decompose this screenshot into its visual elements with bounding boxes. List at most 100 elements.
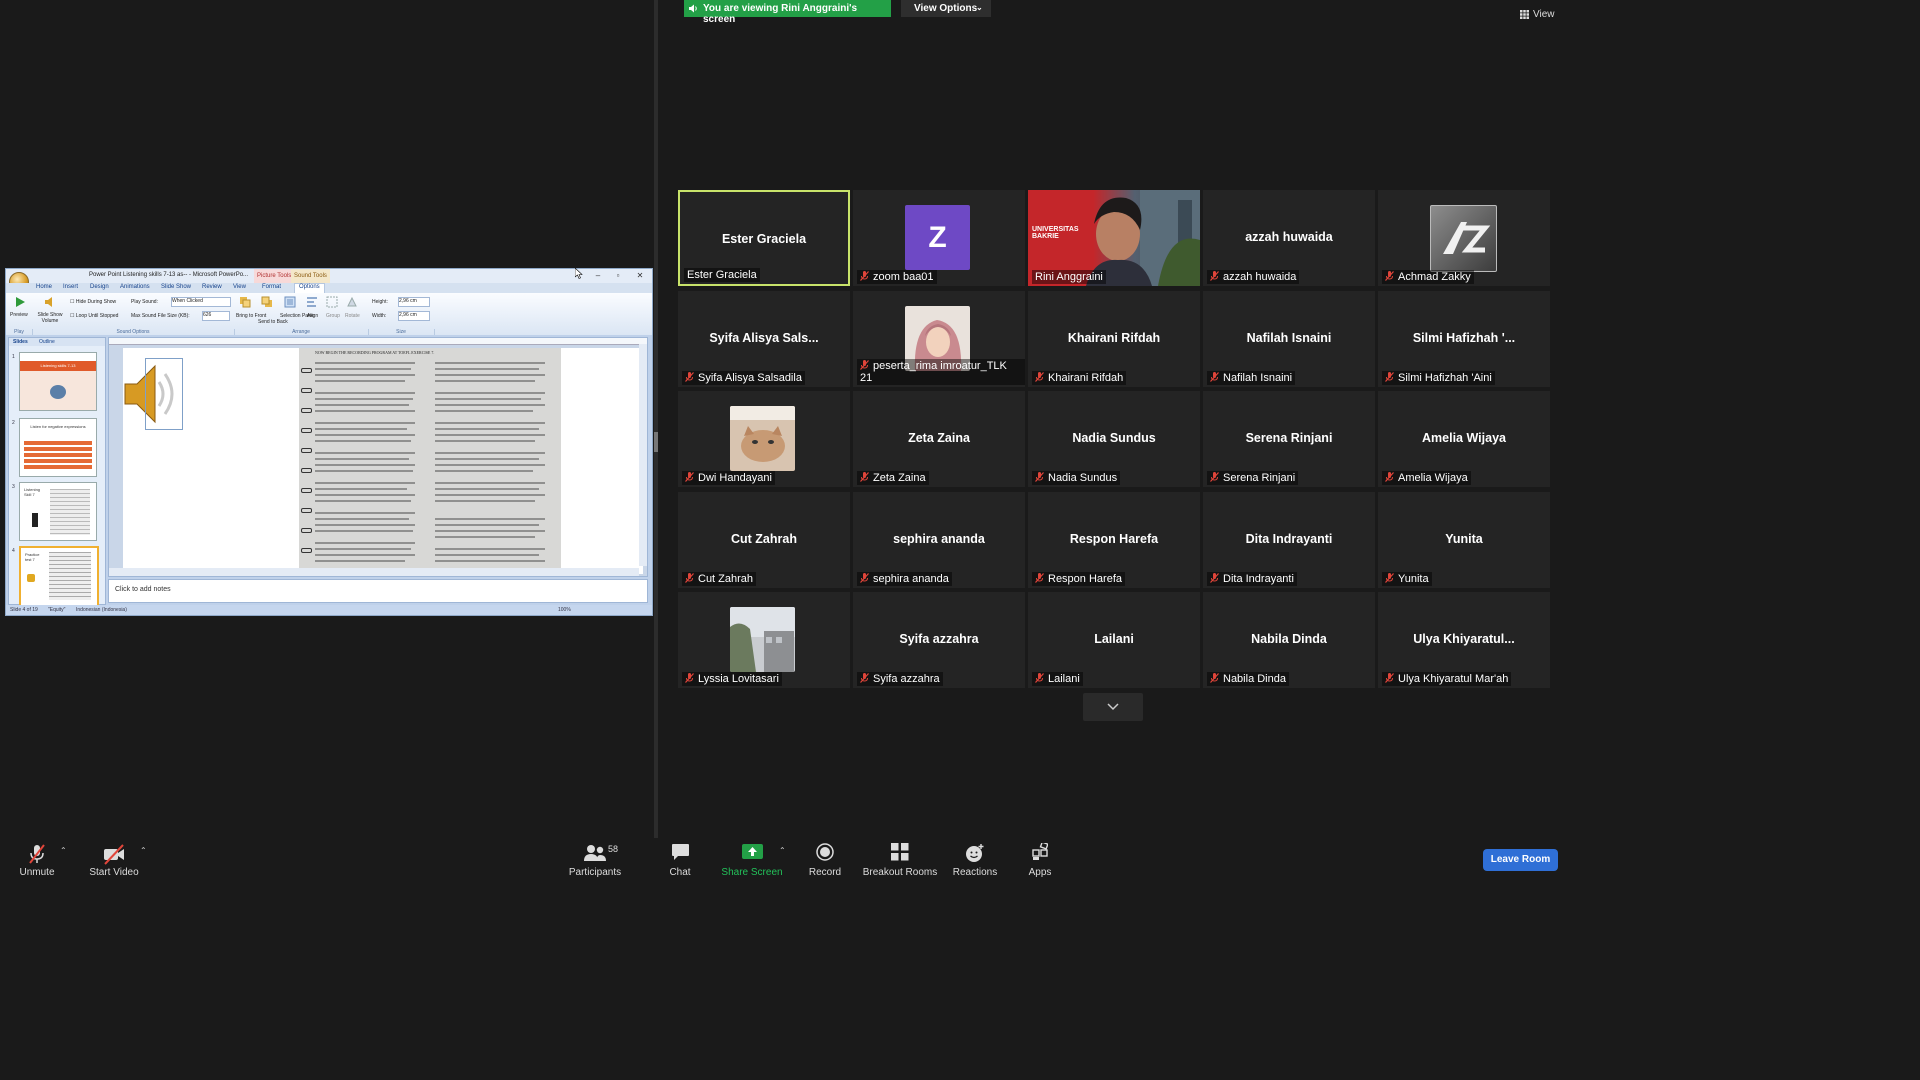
participant-tile[interactable]: Dita Indrayanti Dita Indrayanti (1203, 492, 1375, 588)
participant-tile[interactable]: Ulya Khiyaratul... Ulya Khiyaratul Mar'ah (1378, 592, 1550, 688)
scan-text-line (435, 440, 535, 442)
unmute-button[interactable]: Unmute (12, 838, 62, 882)
split-view-divider[interactable] (654, 0, 658, 838)
height-label: Height: (372, 299, 388, 305)
scanned-exercise-image: NOW BEGIN THE RECORDING PROGRAM AT TOEFL… (299, 348, 561, 568)
slide-number: 1 (12, 354, 15, 360)
participant-tile[interactable]: Amelia Wijaya Amelia Wijaya (1378, 391, 1550, 487)
participant-tile[interactable]: Lailani Lailani (1028, 592, 1200, 688)
binder-ring (301, 408, 312, 413)
next-page-button[interactable] (1083, 693, 1143, 721)
participant-tile[interactable]: Syifa azzahra Syifa azzahra (853, 592, 1025, 688)
participant-tile[interactable]: Nafilah Isnaini Nafilah Isnaini (1203, 291, 1375, 387)
scan-text-line (435, 398, 541, 400)
participant-display-name: Respon Harefa (1069, 532, 1159, 546)
send-to-back-label: Send to Back (258, 319, 288, 325)
participants-button[interactable]: 58 Participants (566, 838, 624, 882)
participant-tile[interactable]: azzah huwaida azzah huwaida (1203, 190, 1375, 286)
scan-text-line (315, 428, 407, 430)
audio-options-caret[interactable]: ⌃ (60, 846, 67, 855)
share-options-caret[interactable]: ⌃ (779, 846, 786, 855)
divider-grip-handle[interactable] (654, 432, 658, 452)
participant-display-name: Ulya Khiyaratul... (1413, 632, 1515, 646)
participant-tile[interactable]: Zeta Zaina Zeta Zaina (853, 391, 1025, 487)
participants-icon (584, 845, 606, 861)
participant-name-label: zoom baa01 (857, 270, 937, 284)
muted-microphone-icon (685, 372, 694, 382)
participant-name-label: Ester Graciela (684, 268, 760, 282)
muted-microphone-icon (1035, 372, 1044, 382)
building-photo-icon (730, 607, 795, 672)
slides-outline-tabs: Slides Outline (9, 338, 105, 346)
participant-name: Khairani Rifdah (1048, 372, 1124, 384)
participant-name: Nadia Sundus (1048, 472, 1118, 484)
breakout-rooms-button[interactable]: Breakout Rooms (862, 838, 938, 882)
participant-name: Lyssia Lovitasari (698, 673, 779, 685)
scan-text-line (315, 512, 415, 514)
share-screen-button[interactable]: Share Screen (720, 838, 784, 882)
participant-tile[interactable]: Achmad Zakky (1378, 190, 1550, 286)
share-screen-icon (742, 844, 763, 859)
scan-text-line (315, 404, 409, 406)
start-video-button[interactable]: Start Video (86, 838, 142, 882)
binder-ring (301, 388, 312, 393)
participant-tile[interactable]: Khairani Rifdah Khairani Rifdah (1028, 291, 1200, 387)
view-label: View (1533, 9, 1555, 20)
reactions-button[interactable]: Reactions (952, 838, 998, 882)
binder-ring (301, 528, 312, 533)
participant-name: Syifa azzahra (873, 673, 940, 685)
participant-name: Dita Indrayanti (1223, 573, 1294, 585)
start-video-label: Start Video (89, 867, 139, 878)
participants-count: 58 (608, 844, 619, 854)
participant-name-label: Nabila Dinda (1207, 672, 1289, 686)
view-options-button[interactable]: View Options ⌄ (901, 0, 991, 17)
participant-name: zoom baa01 (873, 271, 934, 283)
participant-tile[interactable]: UNIVERSITAS BAKRIE Rini Anggraini (1028, 190, 1200, 286)
chevron-down-icon (1107, 703, 1119, 711)
scan-text-line (435, 494, 545, 496)
muted-microphone-icon (860, 271, 869, 281)
scan-text-line (315, 362, 415, 364)
participant-tile[interactable]: sephira ananda sephira ananda (853, 492, 1025, 588)
participant-tile[interactable]: Ester Graciela Ester Graciela (678, 190, 850, 286)
mouse-cursor-icon (575, 268, 583, 279)
participant-tile[interactable]: peserta_rima imroatur_TLK 21 (853, 291, 1025, 387)
scan-text-line (435, 404, 545, 406)
ppt-tab-design: Design (90, 284, 109, 290)
chat-button[interactable]: Chat (662, 838, 698, 882)
play-sound-dropdown: When Clicked (171, 297, 231, 307)
participant-tile[interactable]: Nabila Dinda Nabila Dinda (1203, 592, 1375, 688)
scan-text-line (315, 392, 415, 394)
apps-button[interactable]: Apps (1024, 838, 1056, 882)
viewing-screen-text: You are viewing Rini Anggraini's screen (703, 3, 858, 25)
muted-microphone-icon (685, 573, 694, 583)
participant-tile[interactable]: Lyssia Lovitasari (678, 592, 850, 688)
binder-ring (301, 428, 312, 433)
muted-microphone-icon (1210, 372, 1219, 382)
participant-name-label: Silmi Hafizhah 'Aini (1382, 371, 1495, 385)
video-options-caret[interactable]: ⌃ (140, 846, 147, 855)
participant-display-name: Yunita (1445, 532, 1483, 546)
slide-3-figure-icon (32, 513, 38, 527)
leave-room-button[interactable]: Leave Room (1483, 849, 1558, 871)
chat-bubble-icon (672, 844, 689, 860)
participant-tile[interactable]: Dwi Handayani (678, 391, 850, 487)
participant-display-name: Nadia Sundus (1072, 431, 1156, 445)
participant-tile[interactable]: Serena Rinjani Serena Rinjani (1203, 391, 1375, 487)
participant-tile[interactable]: Respon Harefa Respon Harefa (1028, 492, 1200, 588)
record-button[interactable]: Record (806, 838, 844, 882)
ppt-tab-view: View (233, 284, 246, 290)
participant-tile[interactable]: Syifa Alisya Sals... Syifa Alisya Salsadi… (678, 291, 850, 387)
participant-display-name: Nafilah Isnaini (1246, 331, 1332, 345)
participant-tile[interactable]: Zzoom baa01 (853, 190, 1025, 286)
participant-tile[interactable]: Cut Zahrah Cut Zahrah (678, 492, 850, 588)
participant-display-name: Lailani (1094, 632, 1134, 646)
participant-tile[interactable]: Silmi Hafizhah '... Silmi Hafizhah 'Aini (1378, 291, 1550, 387)
participant-display-name: Serena Rinjani (1245, 431, 1333, 445)
participant-name-label: Respon Harefa (1032, 572, 1125, 586)
slides-panel: Slides Outline 1 Listening skills 7-13 2… (8, 337, 106, 607)
meeting-toolbar (0, 838, 1568, 882)
participant-tile[interactable]: Nadia Sundus Nadia Sundus (1028, 391, 1200, 487)
muted-microphone-icon (860, 472, 869, 482)
participant-tile[interactable]: Yunita Yunita (1378, 492, 1550, 588)
